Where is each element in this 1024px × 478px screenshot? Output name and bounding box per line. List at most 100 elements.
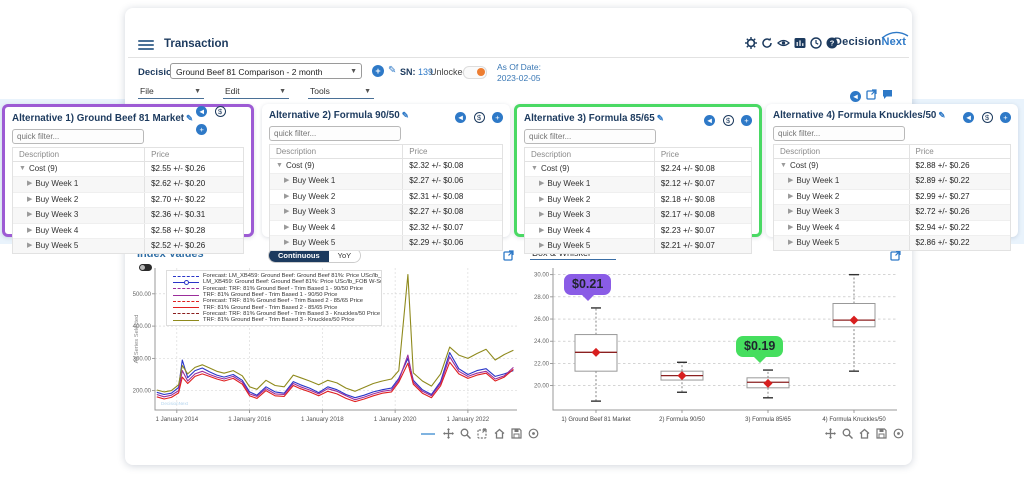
dollar-icon[interactable]: $ — [723, 115, 734, 126]
table-row[interactable]: ▶Buy Week 3$2.17 +/- $0.08 — [525, 208, 751, 223]
menu-tools[interactable]: Tools▼ — [308, 84, 374, 99]
table-row[interactable]: ▶Buy Week 4$2.32 +/- $0.07 — [270, 221, 502, 236]
home-icon[interactable] — [494, 428, 505, 439]
table-row[interactable]: ▶Buy Week 1$2.27 +/- $0.06 — [270, 174, 502, 189]
quick-filter-input[interactable] — [269, 126, 401, 141]
decision-select[interactable]: Ground Beef 81 Comparison - 2 month▼ — [170, 63, 362, 79]
quick-filter-input[interactable] — [773, 126, 905, 141]
zoom-icon[interactable] — [842, 428, 853, 439]
navigate-back-icon[interactable]: ◄ — [963, 112, 974, 123]
chevron-collapsed-icon[interactable]: ▶ — [788, 190, 793, 204]
pan-icon[interactable] — [825, 428, 836, 439]
table-row[interactable]: ▶Buy Week 1$2.62 +/- $0.20 — [13, 177, 243, 192]
add-icon[interactable]: + — [196, 124, 207, 135]
table-row[interactable]: ▶Buy Week 3$2.72 +/- $0.26 — [774, 205, 1010, 220]
table-row[interactable]: ▶Buy Week 2$2.18 +/- $0.08 — [525, 193, 751, 208]
table-row[interactable]: ▶Buy Week 3$2.36 +/- $0.31 — [13, 208, 243, 223]
box-whisker-chart[interactable]: 20.0022.0024.0026.0028.0030.001) Ground … — [523, 258, 911, 440]
table-row[interactable]: ▼Cost (9)$2.88 +/- $0.26 — [774, 159, 1010, 174]
chevron-collapsed-icon[interactable]: ▶ — [284, 190, 289, 204]
pan-icon[interactable] — [443, 428, 454, 439]
add-icon[interactable]: + — [741, 115, 752, 126]
gear-icon[interactable] — [745, 37, 757, 49]
svg-text:20.00: 20.00 — [534, 384, 550, 390]
edit-icon[interactable]: ✎ — [938, 110, 945, 120]
chevron-collapsed-icon[interactable]: ▶ — [788, 205, 793, 219]
navigate-back-icon[interactable]: ◄ — [196, 106, 207, 117]
chevron-collapsed-icon[interactable]: ▶ — [788, 174, 793, 188]
hamburger-menu-icon[interactable] — [138, 38, 154, 50]
chevron-collapsed-icon[interactable]: ▶ — [539, 239, 544, 253]
chevron-collapsed-icon[interactable]: ▶ — [284, 236, 289, 250]
chevron-collapsed-icon[interactable]: ▶ — [27, 239, 32, 253]
report-icon[interactable] — [794, 37, 806, 49]
table-row[interactable]: ▶Buy Week 4$2.58 +/- $0.28 — [13, 224, 243, 239]
chevron-collapsed-icon[interactable]: ▶ — [27, 208, 32, 222]
menu-edit[interactable]: Edit▼ — [223, 84, 289, 99]
edit-icon[interactable]: ✎ — [657, 113, 664, 123]
navigate-back-icon[interactable]: ◄ — [455, 112, 466, 123]
chevron-expanded-icon[interactable]: ▼ — [19, 162, 26, 176]
settings-icon[interactable] — [893, 428, 904, 439]
chevron-collapsed-icon[interactable]: ▶ — [27, 193, 32, 207]
comment-icon[interactable] — [882, 87, 893, 105]
table-row[interactable]: ▶Buy Week 5$2.29 +/- $0.06 — [270, 236, 502, 250]
table-row[interactable]: ▶Buy Week 5$2.52 +/- $0.26 — [13, 239, 243, 253]
download-icon[interactable] — [477, 428, 488, 439]
row-label: Buy Week 1 — [35, 177, 78, 191]
table-row[interactable]: ▼Cost (9)$2.24 +/- $0.08 — [525, 162, 751, 177]
dollar-icon[interactable]: $ — [982, 112, 993, 123]
eye-icon[interactable] — [777, 37, 790, 49]
table-row[interactable]: ▶Buy Week 1$2.89 +/- $0.22 — [774, 174, 1010, 189]
chevron-collapsed-icon[interactable]: ▶ — [539, 177, 544, 191]
chevron-collapsed-icon[interactable]: ▶ — [539, 224, 544, 238]
chevron-collapsed-icon[interactable]: ▶ — [788, 236, 793, 250]
zoom-icon[interactable] — [460, 428, 471, 439]
legend-entry[interactable]: TRF: 81% Ground Beef - Trim Based 3 - Kn… — [167, 317, 381, 323]
table-row[interactable]: ▼Cost (9)$2.55 +/- $0.26 — [13, 162, 243, 177]
edit-icon[interactable]: ✎ — [186, 113, 193, 123]
table-row[interactable]: ▶Buy Week 2$2.70 +/- $0.22 — [13, 193, 243, 208]
table-row[interactable]: ▶Buy Week 4$2.94 +/- $0.22 — [774, 221, 1010, 236]
home-icon[interactable] — [859, 428, 870, 439]
table-row[interactable]: ▶Buy Week 1$2.12 +/- $0.07 — [525, 177, 751, 192]
save-icon[interactable] — [511, 428, 522, 439]
chevron-collapsed-icon[interactable]: ▶ — [284, 221, 289, 235]
table-row[interactable]: ▼Cost (9)$2.32 +/- $0.08 — [270, 159, 502, 174]
menu-file[interactable]: File▼ — [138, 84, 204, 99]
add-decision-button[interactable]: + — [372, 65, 384, 77]
chevron-collapsed-icon[interactable]: ▶ — [27, 224, 32, 238]
table-row[interactable]: ▶Buy Week 3$2.27 +/- $0.08 — [270, 205, 502, 220]
chevron-collapsed-icon[interactable]: ▶ — [284, 205, 289, 219]
dollar-icon[interactable]: $ — [474, 112, 485, 123]
navigate-back-icon[interactable]: ◄ — [704, 115, 715, 126]
edit-icon[interactable]: ✎ — [402, 110, 409, 120]
table-row[interactable]: ▶Buy Week 2$2.99 +/- $0.27 — [774, 190, 1010, 205]
clock-icon[interactable] — [810, 37, 822, 49]
save-icon[interactable] — [876, 428, 887, 439]
expand-icon[interactable] — [866, 87, 877, 105]
chevron-expanded-icon[interactable]: ▼ — [276, 159, 283, 173]
chevron-expanded-icon[interactable]: ▼ — [780, 159, 787, 173]
add-icon[interactable]: + — [1000, 112, 1011, 123]
quick-filter-input[interactable] — [524, 129, 656, 144]
quick-filter-input[interactable] — [12, 129, 144, 144]
sync-icon[interactable] — [761, 37, 773, 49]
chevron-collapsed-icon[interactable]: ▶ — [788, 221, 793, 235]
add-icon[interactable]: + — [492, 112, 503, 123]
chevron-collapsed-icon[interactable]: ▶ — [539, 208, 544, 222]
table-row[interactable]: ▶Buy Week 2$2.31 +/- $0.08 — [270, 190, 502, 205]
edit-decision-icon[interactable]: ✎ — [388, 65, 396, 76]
settings-icon[interactable] — [528, 428, 539, 439]
table-row[interactable]: ▶Buy Week 4$2.23 +/- $0.07 — [525, 224, 751, 239]
lock-toggle[interactable] — [463, 66, 487, 79]
chevron-collapsed-icon[interactable]: ▶ — [539, 193, 544, 207]
navigate-back-icon[interactable]: ◄ — [850, 91, 861, 102]
chevron-expanded-icon[interactable]: ▼ — [531, 162, 538, 176]
chevron-collapsed-icon[interactable]: ▶ — [27, 177, 32, 191]
dollar-icon[interactable]: $ — [215, 106, 226, 117]
table-row[interactable]: ▶Buy Week 5$2.21 +/- $0.07 — [525, 239, 751, 253]
chevron-collapsed-icon[interactable]: ▶ — [284, 174, 289, 188]
chart-legend[interactable]: Forecast: LM_XB459: Ground Beef: Ground … — [166, 270, 382, 326]
table-row[interactable]: ▶Buy Week 5$2.86 +/- $0.22 — [774, 236, 1010, 250]
